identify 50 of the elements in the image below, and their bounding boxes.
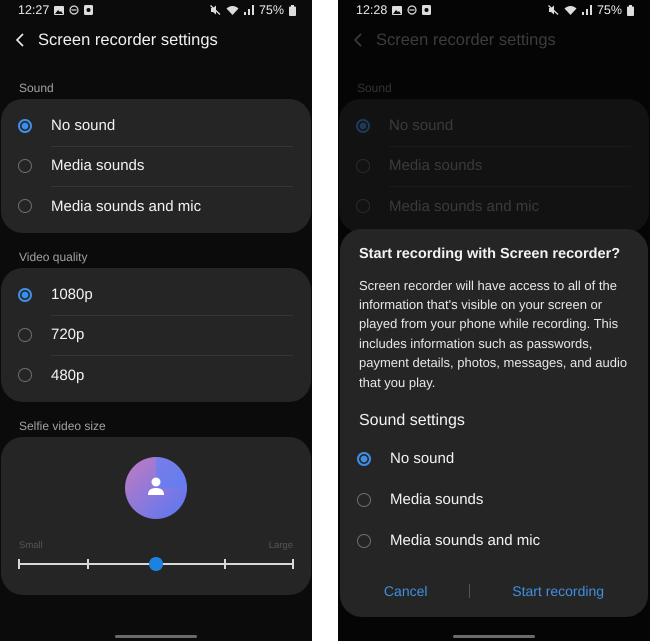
mute-icon xyxy=(210,5,221,15)
mute-icon xyxy=(548,5,559,15)
wifi-icon xyxy=(564,5,577,15)
battery-percent: 75% xyxy=(258,3,284,17)
notification-icon xyxy=(422,5,432,15)
screen-title: Screen recorder settings xyxy=(38,30,218,50)
radio-button[interactable] xyxy=(356,119,370,133)
minus-circle-icon xyxy=(407,5,418,15)
radio-button[interactable] xyxy=(356,199,370,213)
option-label[interactable]: 480p xyxy=(51,355,293,395)
option-label[interactable]: Media sounds xyxy=(390,491,484,508)
section-title: Video quality xyxy=(18,249,88,266)
battery-percent: 75% xyxy=(596,3,622,17)
option-label[interactable]: Media sounds and mic xyxy=(390,532,540,549)
radio-button[interactable] xyxy=(18,159,32,173)
radio-button[interactable] xyxy=(357,452,371,466)
option-label[interactable]: 720p xyxy=(51,314,293,356)
option-label[interactable]: Media sounds and mic xyxy=(51,186,293,226)
notification-icon xyxy=(84,5,94,15)
cancel-button[interactable]: Cancel xyxy=(376,579,436,603)
minus-circle-icon xyxy=(69,5,80,15)
signal-icon xyxy=(582,5,592,15)
battery-icon xyxy=(289,4,296,16)
battery-icon xyxy=(627,4,634,16)
dialog-title: Start recording with Screen recorder? xyxy=(359,246,622,262)
radio-button[interactable] xyxy=(18,328,32,342)
signal-icon xyxy=(244,5,254,15)
avatar-icon xyxy=(125,457,187,519)
slider-thumb[interactable] xyxy=(149,557,163,571)
image-icon xyxy=(54,6,64,14)
radio-button[interactable] xyxy=(357,534,371,548)
radio-button[interactable] xyxy=(18,288,32,302)
option-label[interactable]: No sound xyxy=(390,450,454,467)
image-icon xyxy=(392,6,402,14)
option-label[interactable]: Media sounds xyxy=(51,146,293,186)
radio-button[interactable] xyxy=(18,119,32,133)
radio-button[interactable] xyxy=(18,199,32,213)
dialog-subtitle: Sound settings xyxy=(359,412,466,430)
status-time: 12:27 xyxy=(18,3,50,17)
section-title: Sound xyxy=(18,80,55,97)
dialog-message: Screen recorder will have access to all of the information that's visible on your screen or played from your phone while recording. This includes information such as passwords, payment details, photos, messages, and audio that you play. xyxy=(359,276,628,392)
confirm-button[interactable]: Start recording xyxy=(504,579,612,603)
radio-button[interactable] xyxy=(357,492,371,506)
option-label[interactable]: No sound xyxy=(51,106,293,146)
wifi-icon xyxy=(226,5,239,15)
option-label[interactable]: 1080p xyxy=(51,274,293,316)
radio-button[interactable] xyxy=(18,368,32,382)
radio-button[interactable] xyxy=(356,159,370,173)
status-time: 12:28 xyxy=(356,3,388,17)
section-title: Selfie video size xyxy=(18,418,107,435)
